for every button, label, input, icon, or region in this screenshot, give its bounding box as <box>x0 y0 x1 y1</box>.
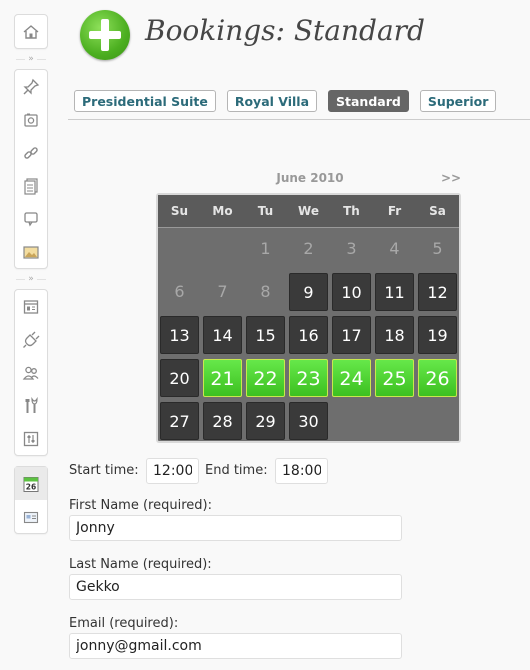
sidebar-item-comments[interactable] <box>15 202 47 235</box>
calendar-day[interactable]: 27 <box>160 402 199 440</box>
email-label: Email (required): <box>69 616 179 631</box>
calendar-day[interactable]: 17 <box>332 316 371 354</box>
calendar-day-disabled: 7 <box>217 282 228 301</box>
weekday-label: We <box>298 204 319 218</box>
calendar-day-disabled: 4 <box>389 239 400 258</box>
svg-text:26: 26 <box>26 482 36 491</box>
sidebar-item-bookings-settings[interactable] <box>15 500 47 533</box>
calendar-day[interactable]: 10 <box>332 273 371 311</box>
dashboard-icon <box>23 24 39 39</box>
sidebar-item-dashboard[interactable] <box>15 15 47 48</box>
sidebar-item-appearance[interactable] <box>15 290 47 323</box>
weekday-label: Sa <box>429 204 446 218</box>
tab-standard[interactable]: Standard <box>328 90 409 112</box>
last-name-label: Last Name (required): <box>69 557 212 572</box>
pin-icon <box>23 78 40 95</box>
calendar-day[interactable]: 19 <box>418 316 457 354</box>
last-name-input[interactable] <box>69 574 402 600</box>
settings-icon <box>23 431 39 446</box>
sidebar-item-posts[interactable] <box>15 70 47 103</box>
calendar-icon: 26 <box>23 476 39 492</box>
weekday-header: Su Mo Tu We Th Fr Sa <box>158 195 459 228</box>
comments-icon <box>24 211 38 226</box>
end-time-label: End time: <box>205 463 268 478</box>
sidebar-item-links[interactable] <box>15 136 47 169</box>
tools-icon <box>25 396 38 413</box>
tabs-divider <box>68 119 530 120</box>
add-booking-icon[interactable] <box>80 10 130 60</box>
calendar-day-booked[interactable]: 21 <box>203 359 242 397</box>
sidebar-item-media[interactable] <box>15 103 47 136</box>
calendar-day[interactable]: 28 <box>203 402 242 440</box>
gallery-icon <box>23 245 39 259</box>
sidebar-item-plugins[interactable] <box>15 323 47 356</box>
calendar-day[interactable]: 12 <box>418 273 457 311</box>
calendar-day[interactable]: 16 <box>289 316 328 354</box>
sidebar-group-plugins: 26 <box>14 466 48 534</box>
room-tabs: Presidential Suite Royal Villa Standard … <box>74 90 507 112</box>
calendar-day[interactable]: 14 <box>203 316 242 354</box>
calendar-day[interactable]: 30 <box>289 402 328 440</box>
first-name-input[interactable] <box>69 515 402 541</box>
plugins-icon <box>23 331 40 348</box>
sidebar-item-tools[interactable] <box>15 389 47 422</box>
next-month-button[interactable]: >> <box>441 171 461 185</box>
weekday-label: Su <box>170 204 189 218</box>
calendar-day-disabled: 3 <box>346 239 357 258</box>
calendar-day-booked[interactable]: 23 <box>289 359 328 397</box>
page-title: Bookings: Standard <box>145 14 425 47</box>
email-input[interactable] <box>69 633 402 659</box>
calendar-day-disabled: 1 <box>260 239 271 258</box>
calendar-day[interactable]: 13 <box>160 316 199 354</box>
calendar-day-disabled: 8 <box>260 282 271 301</box>
calendar-day-booked[interactable]: 22 <box>246 359 285 397</box>
calendar-month: June 2010 <box>276 171 344 185</box>
sidebar-group-top <box>14 14 48 49</box>
sidebar-separator[interactable]: » <box>14 49 48 69</box>
sidebar-item-pages[interactable] <box>15 169 47 202</box>
sidebar-group-content <box>14 69 48 269</box>
weekday-label: Mo <box>212 204 233 218</box>
sidebar-item-gallery[interactable] <box>15 235 47 268</box>
sidebar-group-settings <box>14 289 48 456</box>
admin-sidebar: » » 26 <box>14 14 48 534</box>
tab-superior[interactable]: Superior <box>419 90 497 112</box>
calendar-day[interactable]: 9 <box>289 273 328 311</box>
sidebar-separator[interactable]: » <box>14 269 48 289</box>
link-icon <box>24 146 38 159</box>
collapse-icon: » <box>25 274 37 284</box>
calendar-day[interactable]: 29 <box>246 402 285 440</box>
calendar-day-booked[interactable]: 26 <box>418 359 457 397</box>
calendar-day-booked[interactable]: 24 <box>332 359 371 397</box>
sidebar-item-users[interactable] <box>15 356 47 389</box>
calendar-day[interactable]: 15 <box>246 316 285 354</box>
media-icon <box>24 113 38 127</box>
calendar-day-booked[interactable]: 25 <box>375 359 414 397</box>
weekday-label: Fr <box>387 204 402 218</box>
bookings-icon <box>23 511 39 523</box>
weekday-label: Tu <box>257 204 274 218</box>
start-time-input[interactable] <box>146 458 199 484</box>
tab-royal-villa[interactable]: Royal Villa <box>226 90 318 112</box>
calendar-day-disabled: 2 <box>303 239 314 258</box>
first-name-label: First Name (required): <box>69 498 212 513</box>
weekday-label: Th <box>343 204 360 218</box>
tab-presidential-suite[interactable]: Presidential Suite <box>74 90 216 112</box>
calendar-day[interactable]: 20 <box>160 359 199 397</box>
calendar-day-disabled: 6 <box>174 282 185 301</box>
users-icon <box>22 366 39 380</box>
end-time-input[interactable] <box>275 458 328 484</box>
sidebar-item-settings[interactable] <box>15 422 47 455</box>
calendar-day-disabled: 5 <box>432 239 443 258</box>
collapse-icon: » <box>25 54 37 64</box>
sidebar-item-bookings-calendar[interactable]: 26 <box>15 467 47 500</box>
start-time-label: Start time: <box>69 463 139 478</box>
calendar-day[interactable]: 18 <box>375 316 414 354</box>
calendar-day[interactable]: 11 <box>375 273 414 311</box>
booking-calendar: Su Mo Tu We Th Fr Sa 1 2 3 4 5 6 7 8 9 10 11 12 13 14 15 16 17… <box>156 193 461 443</box>
appearance-icon <box>23 299 39 314</box>
pages-icon <box>24 177 38 195</box>
